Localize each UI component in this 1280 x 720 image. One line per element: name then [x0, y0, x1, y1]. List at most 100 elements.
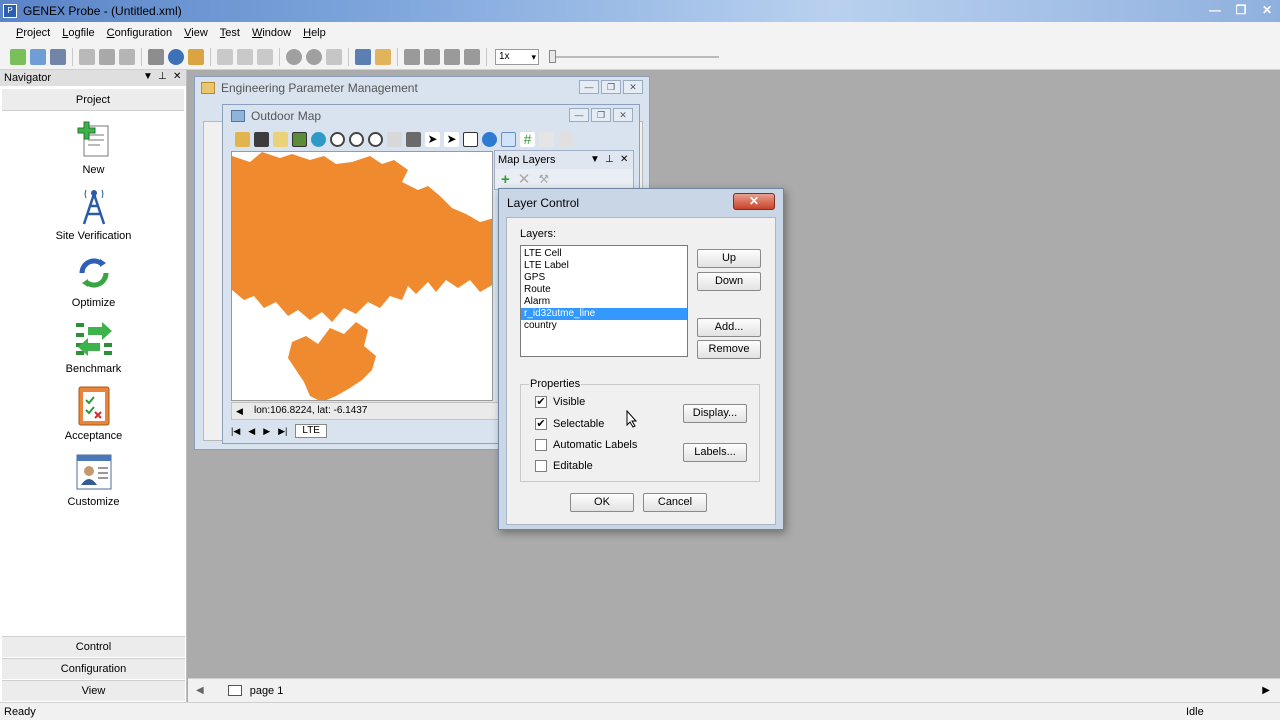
- remove-layer-button[interactable]: Remove: [697, 340, 761, 359]
- measure-icon[interactable]: [463, 131, 478, 147]
- disconnect-icon[interactable]: [237, 48, 253, 65]
- device-icon[interactable]: [257, 48, 273, 65]
- close-icon[interactable]: ✕: [173, 71, 181, 82]
- minimize-icon[interactable]: —: [569, 108, 589, 122]
- open-icon[interactable]: [30, 48, 46, 65]
- stop-record-icon[interactable]: [306, 48, 322, 65]
- selectable-checkbox[interactable]: ✔: [535, 418, 547, 430]
- tools-icon[interactable]: [119, 48, 135, 65]
- labels-button[interactable]: Labels...: [683, 443, 747, 462]
- maximize-icon[interactable]: ❐: [1228, 0, 1254, 20]
- playback-slider-thumb[interactable]: [549, 49, 556, 63]
- scroll-right-icon[interactable]: ▶: [1262, 685, 1270, 696]
- maximize-icon[interactable]: ❐: [601, 80, 621, 94]
- menu-help[interactable]: Help: [297, 27, 332, 39]
- pin-icon[interactable]: ⊥: [605, 151, 614, 169]
- automatic-labels-checkbox-row[interactable]: Automatic Labels: [535, 439, 637, 451]
- menu-project[interactable]: Project: [10, 27, 56, 39]
- nav-item-benchmark[interactable]: Benchmark: [0, 319, 187, 375]
- globe-icon[interactable]: [168, 48, 184, 65]
- zoom-fit-icon[interactable]: [368, 131, 383, 147]
- nav-item-acceptance[interactable]: Acceptance: [0, 386, 187, 442]
- layer-list-item[interactable]: Route: [521, 284, 687, 296]
- globe-map-icon[interactable]: [482, 131, 497, 147]
- down-button[interactable]: Down: [697, 272, 761, 291]
- add-layer-icon[interactable]: +: [501, 171, 510, 188]
- plan-icon[interactable]: [326, 48, 342, 65]
- dropdown-icon[interactable]: ▼: [590, 151, 600, 169]
- export-icon[interactable]: [99, 48, 115, 65]
- help-icon[interactable]: [355, 48, 371, 65]
- nav-item-optimize[interactable]: Optimize: [0, 253, 187, 309]
- prev-tab-icon[interactable]: ◀: [248, 426, 255, 437]
- pause-icon[interactable]: [424, 48, 440, 65]
- up-button[interactable]: Up: [697, 249, 761, 268]
- playback-speed-select[interactable]: 1x: [495, 48, 539, 65]
- save-icon[interactable]: [50, 48, 66, 65]
- navigator-section-control[interactable]: Control: [2, 636, 185, 657]
- grid-icon[interactable]: #: [520, 131, 535, 147]
- folder-icon[interactable]: [375, 48, 391, 65]
- cancel-button[interactable]: Cancel: [643, 493, 707, 512]
- dropdown-icon[interactable]: ▼: [143, 71, 153, 82]
- scroll-left-icon[interactable]: ◀: [236, 403, 243, 419]
- export-map-icon[interactable]: [539, 131, 554, 147]
- step-icon[interactable]: [464, 48, 480, 65]
- close-icon[interactable]: ✕: [620, 151, 628, 169]
- refresh-map-icon[interactable]: [311, 131, 326, 147]
- map-window-titlebar[interactable]: Outdoor Map — ❐ ✕: [223, 105, 639, 127]
- close-icon[interactable]: ✕: [613, 108, 633, 122]
- print-map-icon[interactable]: [558, 131, 573, 147]
- zoom-out-icon[interactable]: [349, 131, 364, 147]
- editable-checkbox-row[interactable]: Editable: [535, 460, 593, 472]
- menu-test[interactable]: Test: [214, 27, 246, 39]
- layer-list-item[interactable]: LTE Label: [521, 260, 687, 272]
- stop-icon[interactable]: [444, 48, 460, 65]
- visible-checkbox-row[interactable]: ✔ Visible: [535, 396, 585, 408]
- layer-list-item-selected[interactable]: r_id32utme_line: [521, 308, 687, 320]
- open-map-icon[interactable]: [235, 131, 250, 147]
- map-file-icon[interactable]: [273, 131, 288, 147]
- add-layer-button[interactable]: Add...: [697, 318, 761, 337]
- remove-layer-icon[interactable]: ✕: [518, 170, 531, 188]
- close-icon[interactable]: ✕: [623, 80, 643, 94]
- layer-list-item[interactable]: LTE Cell: [521, 248, 687, 260]
- navigator-section-project[interactable]: Project: [2, 89, 184, 111]
- minimize-icon[interactable]: —: [579, 80, 599, 94]
- zoom-in-icon[interactable]: [330, 131, 345, 147]
- play-icon[interactable]: [404, 48, 420, 65]
- pointer-select-icon[interactable]: [501, 131, 516, 147]
- info-arrow-icon[interactable]: ➤: [444, 131, 459, 147]
- tab-page-1[interactable]: page 1: [227, 685, 283, 697]
- engineering-window-titlebar[interactable]: Engineering Parameter Management — ❐ ✕: [195, 77, 649, 99]
- playback-slider[interactable]: [549, 49, 719, 63]
- layer-list[interactable]: LTE Cell LTE Label GPS Route Alarm r_id3…: [520, 245, 688, 357]
- new-logfile-icon[interactable]: [10, 48, 26, 65]
- editable-checkbox[interactable]: [535, 460, 547, 472]
- layer-list-item[interactable]: country: [521, 320, 687, 332]
- next-tab-icon[interactable]: ▶: [263, 426, 270, 437]
- window-icon[interactable]: [148, 48, 164, 65]
- first-tab-icon[interactable]: |◀: [231, 426, 240, 437]
- navigator-section-view[interactable]: View: [2, 680, 185, 701]
- menu-configuration[interactable]: Configuration: [101, 27, 178, 39]
- dialog-titlebar[interactable]: Layer Control ✕: [499, 189, 783, 215]
- menu-window[interactable]: Window: [246, 27, 297, 39]
- pan-hand-icon[interactable]: [387, 131, 402, 147]
- selectable-checkbox-row[interactable]: ✔ Selectable: [535, 418, 604, 430]
- connect-icon[interactable]: [217, 48, 233, 65]
- last-tab-icon[interactable]: ▶|: [278, 426, 287, 437]
- display-button[interactable]: Display...: [683, 404, 747, 423]
- record-icon[interactable]: [286, 48, 302, 65]
- navigator-section-configuration[interactable]: Configuration: [2, 658, 185, 679]
- maximize-icon[interactable]: ❐: [591, 108, 611, 122]
- scroll-left-icon[interactable]: ◀: [196, 685, 204, 696]
- import-icon[interactable]: [79, 48, 95, 65]
- automatic-labels-checkbox[interactable]: [535, 439, 547, 451]
- dialog-close-button[interactable]: ✕: [733, 193, 775, 210]
- layer-settings-icon[interactable]: ⚒: [538, 172, 549, 186]
- visible-checkbox[interactable]: ✔: [535, 396, 547, 408]
- ok-button[interactable]: OK: [570, 493, 634, 512]
- center-icon[interactable]: [406, 131, 421, 147]
- layer-list-item[interactable]: GPS: [521, 272, 687, 284]
